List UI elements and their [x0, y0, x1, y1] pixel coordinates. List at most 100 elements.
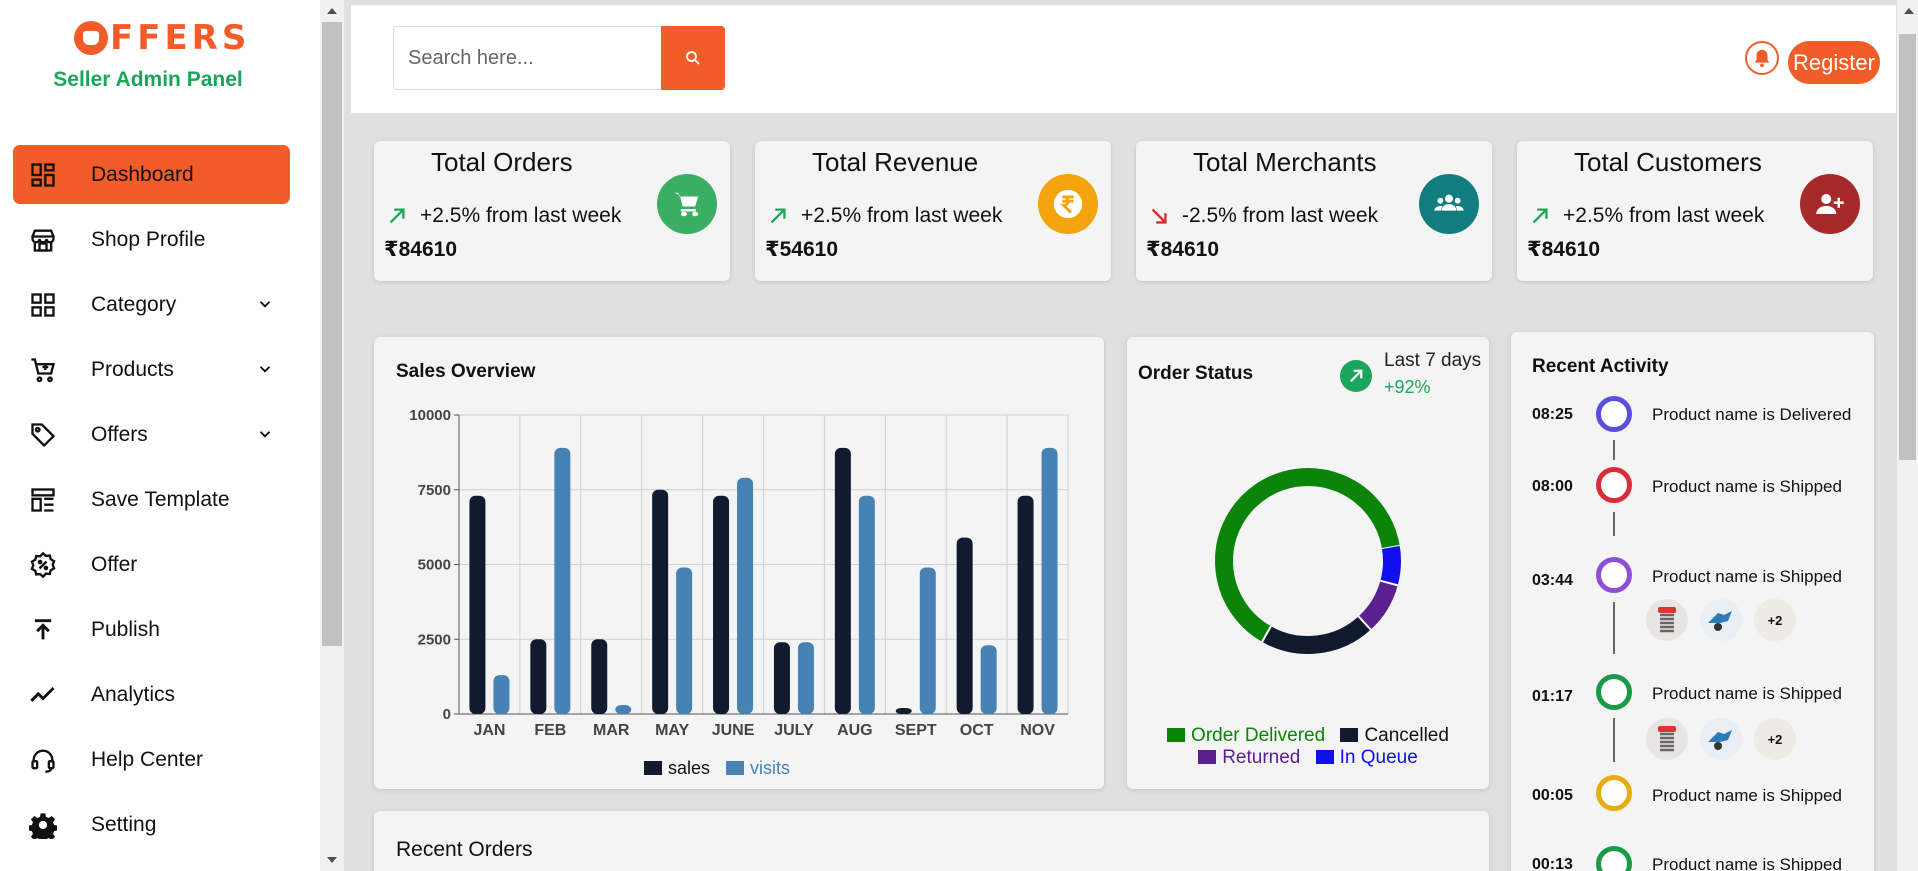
product-thumb-more[interactable]: +2 [1754, 599, 1796, 641]
sales-bar [652, 489, 669, 714]
y-tick-label: 10000 [409, 407, 451, 424]
stat-trend: +2.5% from last week [386, 204, 621, 228]
stat-trend-text: +2.5% from last week [801, 204, 1003, 227]
sidebar-item-label: Category [91, 292, 177, 316]
product-thumb-tool-icon[interactable] [1700, 718, 1742, 760]
sidebar-nav: Dashboard Shop Profile Category Products [13, 145, 290, 860]
visits-bar [554, 447, 571, 714]
logo: FFERS [74, 18, 250, 58]
register-button[interactable]: Register [1788, 41, 1880, 84]
sidebar-item-setting[interactable]: Setting [13, 795, 290, 854]
trend-up-icon [1532, 208, 1548, 224]
stat-title: Total Orders [431, 147, 573, 177]
y-tick-label: 2500 [418, 631, 451, 648]
activity-status-dot [1596, 396, 1632, 432]
activity-text: Product name is Shipped [1652, 786, 1842, 805]
product-thumb-spring-icon[interactable] [1646, 718, 1688, 760]
sidebar-item-label: Analytics [91, 682, 176, 706]
stat-trend-text: -2.5% from last week [1182, 204, 1379, 227]
legend-swatch [726, 761, 744, 775]
sales-bar [530, 639, 547, 714]
y-tick-label: 7500 [418, 482, 451, 499]
search-button[interactable] [661, 26, 725, 90]
activity-status-dot [1596, 467, 1632, 503]
visits-bar [919, 567, 936, 714]
sidebar-item-publish[interactable]: Publish [13, 600, 290, 659]
legend-item-in-queue[interactable]: In Queue [1315, 747, 1418, 768]
donut-segment[interactable] [1262, 616, 1371, 654]
rupee-icon [1038, 174, 1098, 234]
activity-status-dot [1596, 775, 1632, 811]
activity-status-dot [1596, 674, 1632, 710]
product-thumb-tool-icon[interactable] [1700, 599, 1742, 641]
activity-text: Product name is Shipped [1652, 477, 1842, 496]
sidebar-item-offer[interactable]: Offer [13, 535, 290, 594]
panel-subtitle: Seller Admin Panel [53, 68, 243, 91]
product-thumb-more[interactable]: +2 [1754, 718, 1796, 760]
sidebar-item-save-template[interactable]: Save Template [13, 470, 290, 529]
scroll-up-icon[interactable] [327, 8, 337, 14]
activity-time: 03:44 [1532, 572, 1573, 589]
tag-icon [29, 421, 57, 449]
scroll-up-icon[interactable] [1904, 8, 1914, 14]
sales-bar [773, 642, 790, 714]
gear-icon [29, 811, 57, 839]
main-content: Register Total Orders +2.5% from last we… [344, 0, 1897, 871]
stat-trend-text: +2.5% from last week [420, 204, 622, 227]
timeline-connector [1613, 602, 1615, 654]
sidebar-item-label: Save Template [91, 487, 230, 511]
timeline-connector [1613, 718, 1615, 762]
stat-card-total-customers: Total Customers +2.5% from last week ₹84… [1517, 141, 1873, 281]
stat-trend: -2.5% from last week [1148, 204, 1378, 228]
x-tick-label: JULY [774, 722, 814, 739]
sidebar-item-category[interactable]: Category [13, 275, 290, 334]
sidebar-scrollbar[interactable] [320, 0, 344, 871]
chevron-down-icon[interactable] [256, 425, 274, 443]
bell-icon [1754, 49, 1770, 68]
sidebar-item-label: Help Center [91, 747, 204, 771]
search-input[interactable] [393, 26, 661, 90]
legend-swatch [1198, 750, 1217, 764]
activity-status-dot [1596, 557, 1632, 593]
sidebar-item-dashboard[interactable]: Dashboard [13, 145, 290, 204]
chevron-down-icon[interactable] [256, 295, 274, 313]
legend-item-returned[interactable]: Returned [1198, 747, 1300, 768]
order-status-donut [1215, 468, 1401, 654]
sidebar-item-label: Dashboard [91, 162, 194, 186]
legend-label: visits [750, 758, 790, 778]
sidebar-item-label: Offer [91, 552, 138, 576]
scrollbar-thumb[interactable] [322, 22, 342, 646]
legend-label: In Queue [1339, 747, 1418, 768]
sidebar-item-label: Setting [91, 812, 157, 836]
chevron-down-icon[interactable] [256, 360, 274, 378]
sidebar-item-label: Offers [91, 422, 148, 446]
legend-label: Cancelled [1364, 725, 1449, 746]
stat-title: Total Revenue [812, 147, 979, 177]
legend-swatch [1340, 728, 1359, 742]
scroll-down-icon[interactable] [327, 857, 337, 863]
sidebar-item-analytics[interactable]: Analytics [13, 665, 290, 724]
scrollbar-thumb[interactable] [1899, 34, 1916, 460]
stat-title: Total Merchants [1193, 147, 1377, 177]
recent-orders-title: Recent Orders [396, 838, 533, 861]
product-thumb-spring-icon[interactable] [1646, 599, 1688, 641]
legend-label: sales [668, 758, 710, 778]
visits-bar [676, 567, 693, 714]
sidebar-item-label: Products [91, 357, 174, 381]
cart-icon [29, 356, 57, 384]
notification-bell-button[interactable] [1745, 41, 1779, 75]
legend-item-cancelled[interactable]: Cancelled [1340, 725, 1449, 746]
analytics-icon [29, 681, 57, 709]
donut-segment[interactable] [1358, 580, 1398, 630]
legend-swatch [1167, 728, 1186, 742]
donut-segment[interactable] [1380, 544, 1401, 586]
activity-time: 08:00 [1532, 478, 1573, 495]
sidebar-item-label: Publish [91, 617, 160, 641]
sidebar-item-help-center[interactable]: Help Center [13, 730, 290, 789]
sidebar-item-offers[interactable]: Offers [13, 405, 290, 464]
sidebar-item-shop-profile[interactable]: Shop Profile [13, 210, 290, 269]
sidebar-item-products[interactable]: Products [13, 340, 290, 399]
legend-item-order-delivered[interactable]: Order Delivered [1167, 725, 1325, 746]
timeline-connector [1613, 440, 1615, 460]
main-scrollbar[interactable] [1897, 0, 1918, 871]
